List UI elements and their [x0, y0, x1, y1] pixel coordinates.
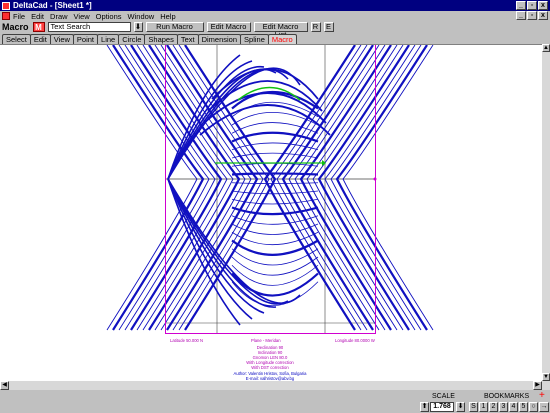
scale-up-icon[interactable]: ⬆ [420, 402, 429, 412]
e-button[interactable]: E [323, 22, 334, 32]
latitude-caption: Latitude 50.000 N [170, 338, 204, 343]
minimize-button[interactable]: _ [516, 1, 526, 10]
tab-macro[interactable]: Macro [267, 34, 297, 44]
menu-file[interactable]: File [13, 12, 25, 21]
circle-button[interactable]: ○ [529, 402, 538, 412]
run-macro-button[interactable]: Run Macro [145, 22, 204, 32]
bookmark-5-button[interactable]: 5 [519, 402, 528, 412]
doc-maximize-button[interactable]: ▫ [527, 11, 537, 20]
doc-close-button[interactable]: x [538, 11, 548, 20]
bookmarks-label: BOOKMARKS [484, 393, 530, 400]
drawing-canvas[interactable]: Latitude 50.000 N Plane - Meridan Longit… [0, 44, 542, 386]
menu-options[interactable]: Options [96, 12, 122, 21]
toolbar-label: Macro [2, 22, 29, 32]
menu-edit[interactable]: Edit [31, 12, 44, 21]
bookmark-s-button[interactable]: S [469, 402, 478, 412]
document-window-controls: _ ▫ x [516, 11, 548, 20]
title-bar: DeltaCad - [Sheet1 *] _ ▫ x [0, 0, 550, 11]
document-icon[interactable] [2, 12, 10, 20]
tab-shapes[interactable]: Shapes [144, 34, 178, 44]
bookmark-3-button[interactable]: 3 [499, 402, 508, 412]
window-title: DeltaCad - [Sheet1 *] [13, 1, 92, 10]
bookmark-2-button[interactable]: 2 [489, 402, 498, 412]
deltacad-app-icon[interactable] [2, 1, 10, 10]
arrow-right-button[interactable]: → [539, 402, 549, 412]
tab-point[interactable]: Point [72, 34, 99, 44]
dropdown-arrow-icon[interactable]: ⬇ [133, 22, 143, 32]
maximize-button[interactable]: ▫ [527, 1, 537, 10]
r-button[interactable]: R [310, 22, 321, 32]
tab-dimension[interactable]: Dimension [197, 34, 242, 44]
menu-view[interactable]: View [74, 12, 90, 21]
tab-circle[interactable]: Circle [118, 34, 146, 44]
longitude-caption: Longitude 80.0000 W [335, 338, 375, 343]
macro-select-input[interactable]: Text Search [47, 22, 131, 32]
crosshair-icon: + [539, 390, 545, 401]
vertical-scrollbar[interactable]: ▲ ▼ [542, 44, 550, 381]
menu-help[interactable]: Help [160, 12, 175, 21]
scale-down-icon[interactable]: ⬇ [456, 402, 465, 412]
dst-correction-caption: With DST correction [251, 365, 289, 370]
scroll-left-icon[interactable]: ◀ [0, 381, 9, 390]
scroll-right-icon[interactable]: ▶ [533, 381, 542, 390]
scroll-down-icon[interactable]: ▼ [542, 373, 550, 381]
window-controls: _ ▫ x [516, 1, 548, 10]
tab-view[interactable]: View [49, 34, 74, 44]
scroll-up-icon[interactable]: ▲ [542, 44, 550, 52]
edit-macro-button[interactable]: Edit Macro [206, 22, 251, 32]
macro-icon[interactable]: M [32, 22, 45, 32]
bookmark-4-button[interactable]: 4 [509, 402, 518, 412]
menu-window[interactable]: Window [128, 12, 155, 21]
scale-label: SCALE [432, 393, 455, 400]
tab-line[interactable]: Line [97, 34, 120, 44]
tool-tabs: Select Edit View Point Line Circle Shape… [0, 33, 550, 44]
horizontal-scrollbar[interactable]: ◀ ▶ [0, 381, 550, 390]
doc-minimize-button[interactable]: _ [516, 11, 526, 20]
drawing-frame [165, 45, 376, 334]
edit-macro-list-button[interactable]: Edit Macro List [253, 22, 308, 39]
status-bar: SCALE BOOKMARKS + ⬆ 1.768 ⬇ S 1 2 3 4 5 … [0, 390, 550, 413]
tab-spline[interactable]: Spline [240, 34, 269, 44]
plane-caption: Plane - Meridan [251, 338, 281, 343]
tab-select[interactable]: Select [2, 34, 31, 44]
macro-toolbar: Macro M Text Search ⬇ Run Macro Edit Mac… [0, 21, 550, 39]
tab-edit[interactable]: Edit [29, 34, 51, 44]
bookmark-1-button[interactable]: 1 [479, 402, 488, 412]
menu-draw[interactable]: Draw [50, 12, 68, 21]
parameters-block: Declination 90 Inclination 90 Gnomon LEN… [220, 345, 320, 370]
tab-text[interactable]: Text [176, 34, 199, 44]
close-button[interactable]: x [538, 1, 548, 10]
scale-value[interactable]: 1.768 [430, 402, 454, 412]
menu-bar: File Edit Draw View Options Window Help … [0, 11, 550, 21]
